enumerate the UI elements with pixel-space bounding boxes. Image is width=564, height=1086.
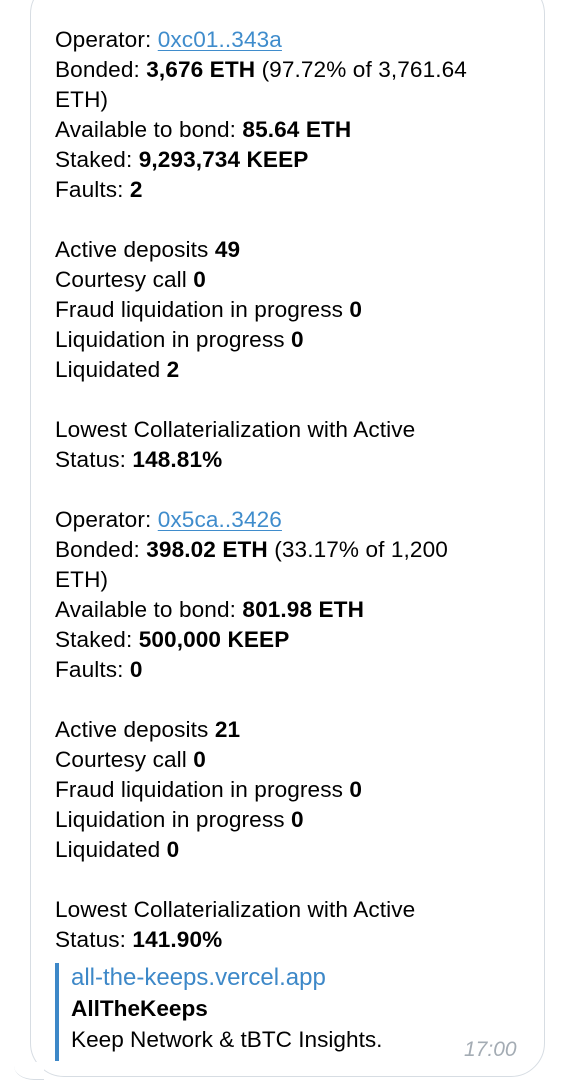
- courtesy-call-line: Courtesy call 0: [55, 265, 535, 295]
- lowest-collateral-line-cont: Status: 141.90%: [55, 925, 535, 955]
- bonded-line-cont: ETH): [55, 565, 535, 595]
- courtesy-call-label: Courtesy call: [55, 747, 187, 772]
- operator-line: Operator: 0xc01..343a: [55, 25, 535, 55]
- fraud-liquidation-line: Fraud liquidation in progress 0: [55, 775, 535, 805]
- lowest-collateral-label-cont: Status:: [55, 447, 127, 472]
- staked-value: 9,293,734 KEEP: [138, 147, 309, 172]
- bonded-label: Bonded:: [55, 57, 140, 82]
- fraud-liquidation-value: 0: [349, 297, 363, 322]
- faults-label: Faults:: [55, 657, 124, 682]
- fraud-liquidation-value: 0: [349, 777, 363, 802]
- available-line: Available to bond: 801.98 ETH: [55, 595, 535, 625]
- faults-line: Faults: 0: [55, 655, 535, 685]
- liquidation-progress-line: Liquidation in progress 0: [55, 325, 535, 355]
- bonded-line: Bonded: 398.02 ETH (33.17% of 1,200: [55, 535, 535, 565]
- available-value: 801.98 ETH: [242, 597, 364, 622]
- courtesy-call-label: Courtesy call: [55, 267, 187, 292]
- lowest-collateral-label: Lowest Collaterialization with Active: [55, 417, 416, 442]
- faults-value: 2: [129, 177, 143, 202]
- bonded-percent-cont: ETH): [55, 567, 109, 592]
- faults-label: Faults:: [55, 177, 124, 202]
- active-deposits-value: 21: [214, 717, 241, 742]
- liquidated-line: Liquidated 0: [55, 835, 535, 865]
- liquidated-line: Liquidated 2: [55, 355, 535, 385]
- active-deposits-value: 49: [214, 237, 241, 262]
- staked-label: Staked:: [55, 627, 133, 652]
- staked-value: 500,000 KEEP: [138, 627, 290, 652]
- bonded-line: Bonded: 3,676 ETH (97.72% of 3,761.64: [55, 55, 535, 85]
- staked-label: Staked:: [55, 147, 133, 172]
- link-preview-title: AllTheKeeps: [71, 996, 208, 1021]
- courtesy-call-value: 0: [193, 747, 206, 772]
- liquidated-value: 0: [166, 837, 180, 862]
- message-bubble-tail: [14, 1062, 44, 1080]
- message-text: Operator: 0xc01..343a Bonded: 3,676 ETH …: [55, 25, 535, 955]
- active-deposits-label: Active deposits: [55, 717, 209, 742]
- lowest-collateral-line-cont: Status: 148.81%: [55, 445, 535, 475]
- lowest-collateral-label: Lowest Collaterialization with Active: [55, 897, 416, 922]
- active-deposits-line: Active deposits 49: [55, 235, 535, 265]
- liquidated-label: Liquidated: [55, 357, 161, 382]
- courtesy-call-line: Courtesy call 0: [55, 745, 535, 775]
- staked-line: Staked: 500,000 KEEP: [55, 625, 535, 655]
- link-preview-site[interactable]: all-the-keeps.vercel.app: [71, 963, 515, 993]
- bonded-label: Bonded:: [55, 537, 140, 562]
- operator-label: Operator:: [55, 27, 152, 52]
- liquidation-progress-line: Liquidation in progress 0: [55, 805, 535, 835]
- operator-address-link[interactable]: 0x5ca..3426: [158, 507, 282, 532]
- bonded-percent: (97.72% of 3,761.64: [261, 57, 467, 82]
- operator-label: Operator:: [55, 507, 152, 532]
- staked-line: Staked: 9,293,734 KEEP: [55, 145, 535, 175]
- operator-line: Operator: 0x5ca..3426: [55, 505, 535, 535]
- liquidation-progress-value: 0: [291, 807, 304, 832]
- bonded-value: 3,676 ETH: [146, 57, 256, 82]
- liquidation-progress-label: Liquidation in progress: [55, 327, 285, 352]
- courtesy-call-value: 0: [193, 267, 206, 292]
- liquidation-progress-label: Liquidation in progress: [55, 807, 285, 832]
- liquidated-value: 2: [166, 357, 180, 382]
- available-label: Available to bond:: [55, 117, 237, 142]
- fraud-liquidation-label: Fraud liquidation in progress: [55, 297, 343, 322]
- bonded-line-cont: ETH): [55, 85, 535, 115]
- lowest-collateral-value: 141.90%: [132, 927, 223, 952]
- lowest-collateral-line: Lowest Collaterialization with Active: [55, 415, 535, 445]
- available-label: Available to bond:: [55, 597, 237, 622]
- operator-address-link[interactable]: 0xc01..343a: [158, 27, 282, 52]
- bonded-percent: (33.17% of 1,200: [274, 537, 448, 562]
- faults-value: 0: [129, 657, 143, 682]
- lowest-collateral-line: Lowest Collaterialization with Active: [55, 895, 535, 925]
- faults-line: Faults: 2: [55, 175, 535, 205]
- active-deposits-label: Active deposits: [55, 237, 209, 262]
- available-value: 85.64 ETH: [242, 117, 352, 142]
- lowest-collateral-label-cont: Status:: [55, 927, 127, 952]
- liquidation-progress-value: 0: [291, 327, 304, 352]
- available-line: Available to bond: 85.64 ETH: [55, 115, 535, 145]
- bonded-value: 398.02 ETH: [146, 537, 268, 562]
- link-preview-description: Keep Network & tBTC Insights.: [71, 1027, 383, 1052]
- link-preview[interactable]: all-the-keeps.vercel.app AllTheKeeps Kee…: [55, 963, 515, 1061]
- liquidated-label: Liquidated: [55, 837, 161, 862]
- fraud-liquidation-label: Fraud liquidation in progress: [55, 777, 343, 802]
- bonded-percent-cont: ETH): [55, 87, 109, 112]
- fraud-liquidation-line: Fraud liquidation in progress 0: [55, 295, 535, 325]
- message-timestamp: 17:00: [464, 1038, 517, 1061]
- lowest-collateral-value: 148.81%: [132, 447, 223, 472]
- active-deposits-line: Active deposits 21: [55, 715, 535, 745]
